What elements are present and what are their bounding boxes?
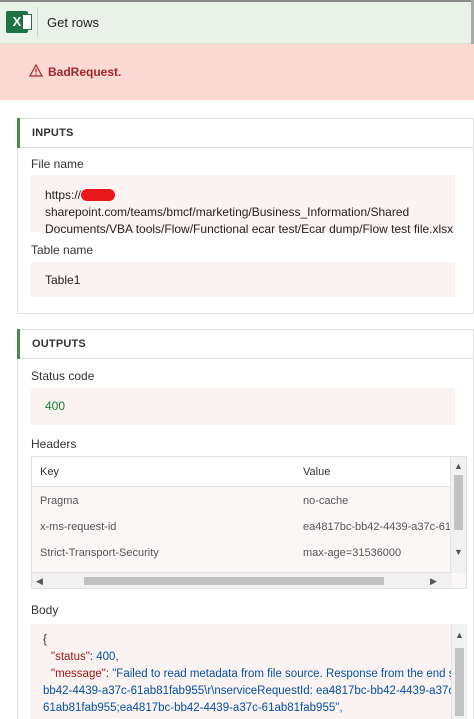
body-json-view[interactable]: { "status": 400, "message": "Failed to r… — [31, 624, 467, 719]
section-accent-bar — [17, 118, 20, 148]
body-vertical-scrollbar[interactable]: ▲ — [451, 624, 467, 719]
row-key: Strict-Transport-Security — [40, 547, 159, 559]
warning-icon — [29, 64, 43, 77]
json-key: "message" — [51, 668, 106, 680]
headers-table-header: Key Value — [32, 457, 452, 487]
body-label: Body — [31, 603, 59, 617]
column-header-value: Value — [303, 466, 331, 478]
json-key: "status" — [51, 651, 90, 663]
status-code-label: Status code — [31, 369, 95, 383]
headers-label: Headers — [31, 437, 77, 451]
file-name-line1: sharepoint.com/teams/bmcf/marketing/Busi… — [45, 205, 410, 219]
scrollbar-thumb[interactable] — [84, 577, 384, 585]
headers-horizontal-scrollbar[interactable]: ◀ ▶ — [32, 572, 452, 588]
chevron-left-icon[interactable]: ◀ — [36, 576, 43, 586]
chevron-up-icon[interactable]: ▲ — [455, 630, 464, 640]
row-key: x-ms-request-id — [40, 521, 117, 533]
status-code-value[interactable]: 400 — [31, 388, 455, 425]
file-name-value[interactable]: https:// sharepoint.com/teams/bmcf/market… — [31, 175, 455, 236]
file-name-line2: Documents/VBA tools/Flow/Functional ecar… — [45, 222, 454, 236]
table-name-value[interactable]: Table1 — [31, 262, 455, 297]
row-value: ea4817bc-bb42-4439-a37c-61... — [303, 521, 461, 533]
file-name-label: File name — [31, 157, 84, 171]
section-accent-bar — [17, 329, 20, 359]
json-number: 400 — [96, 651, 116, 663]
json-string-continuation: 61ab81fab955;ea4817bc-bb42-4439-a37c-61a… — [43, 702, 343, 714]
headers-vertical-scrollbar[interactable]: ▲ ▼ — [450, 457, 466, 573]
json-string-continuation: bb42-4439-a37c-61ab81fab955\r\nserviceRe… — [43, 685, 458, 697]
column-header-key: Key — [40, 466, 59, 478]
outputs-heading: OUTPUTS — [18, 330, 473, 359]
headers-table[interactable]: Key Value Pragma no-cache x-ms-request-i… — [31, 456, 467, 589]
row-key: Pragma — [40, 495, 79, 507]
row-value: no-cache — [303, 495, 349, 507]
file-name-prefix: https:// — [45, 188, 82, 202]
scrollbar-thumb[interactable] — [454, 475, 463, 530]
header-divider — [37, 7, 38, 37]
top-divider — [0, 0, 474, 2]
chevron-right-icon[interactable]: ▶ — [430, 576, 437, 586]
row-value: max-age=31536000 — [303, 547, 402, 559]
table-name-label: Table name — [31, 243, 94, 257]
json-open-brace: { — [43, 634, 47, 646]
error-message: BadRequest. — [48, 65, 122, 79]
action-title: Get rows — [47, 15, 100, 30]
redaction-mark — [81, 189, 116, 201]
excel-icon: X — [6, 11, 32, 33]
chevron-up-icon[interactable]: ▲ — [454, 461, 463, 471]
chevron-down-icon[interactable]: ▼ — [454, 547, 463, 557]
inputs-heading: INPUTS — [18, 119, 473, 148]
scrollbar-thumb[interactable] — [455, 648, 464, 716]
action-card-header[interactable]: X Get rows — [0, 0, 474, 44]
json-string: "Failed to read metadata from file sourc… — [112, 668, 467, 680]
